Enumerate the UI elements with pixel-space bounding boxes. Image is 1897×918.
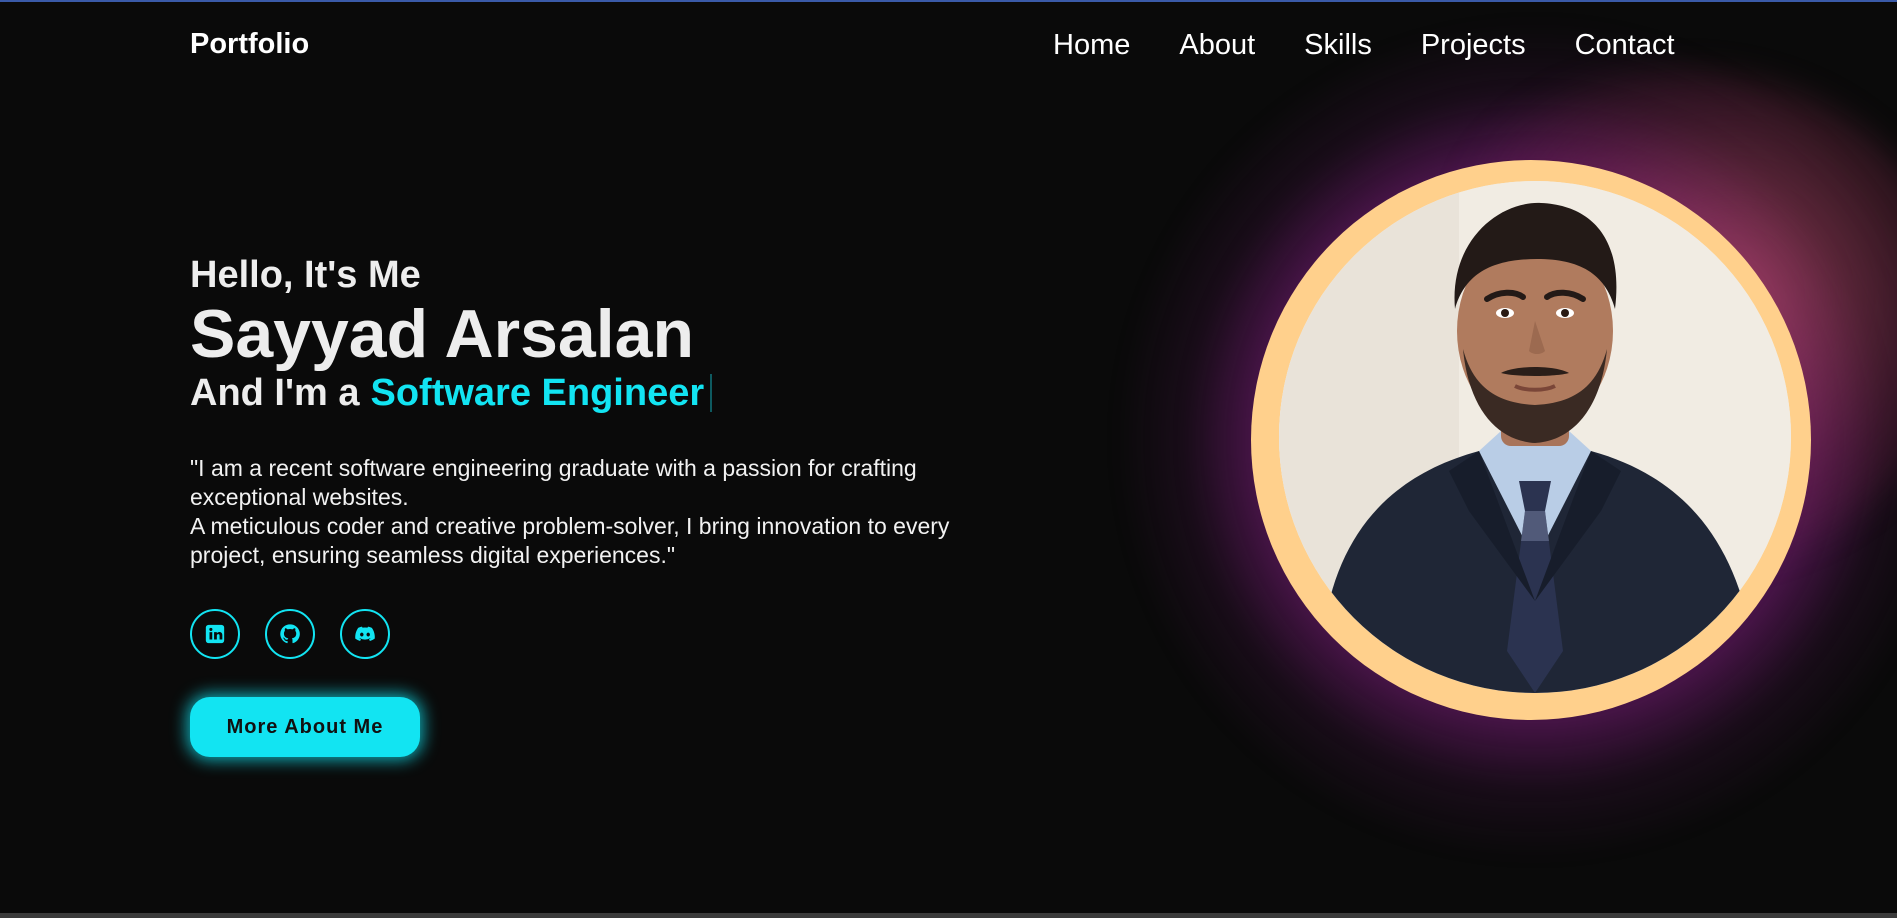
social-links (190, 609, 950, 659)
portrait-illustration (1279, 181, 1791, 693)
hero-name: Sayyad Arsalan (190, 296, 694, 372)
nav-link-skills[interactable]: Skills (1304, 27, 1372, 63)
linkedin-icon (205, 624, 225, 644)
more-about-me-button[interactable]: More About Me (190, 697, 420, 757)
quote-line-1: "I am a recent software engineering grad… (190, 455, 917, 510)
role-prefix: And I'm a (190, 372, 360, 414)
nav-link-about[interactable]: About (1179, 27, 1255, 63)
profile-photo (1279, 181, 1791, 693)
intro-quote: "I am a recent software engineering grad… (190, 454, 950, 570)
github-link[interactable] (265, 609, 315, 659)
nav-link-home[interactable]: Home (1053, 27, 1130, 63)
logo[interactable]: Portfolio (190, 28, 309, 61)
hero-content: Hello, It's Me Sayyad Arsalan And I'm a … (190, 252, 950, 757)
navbar: Portfolio Home About Skills Projects Con… (0, 2, 1897, 86)
github-icon (280, 624, 300, 644)
discord-icon (355, 626, 375, 641)
nav-link-projects[interactable]: Projects (1421, 27, 1526, 63)
role-line: And I'm a Software Engineer (190, 370, 950, 416)
role-typed: Software Engineer (370, 372, 705, 414)
quote-line-2: A meticulous coder and creative problem-… (190, 513, 950, 568)
nav-link-contact[interactable]: Contact (1575, 27, 1675, 63)
greeting: Hello, It's Me (190, 254, 421, 296)
nav-links: Home About Skills Projects Contact (1053, 27, 1675, 63)
linkedin-link[interactable] (190, 609, 240, 659)
discord-link[interactable] (340, 609, 390, 659)
typing-caret (710, 374, 713, 412)
bottom-scrollbar-track (0, 913, 1897, 918)
